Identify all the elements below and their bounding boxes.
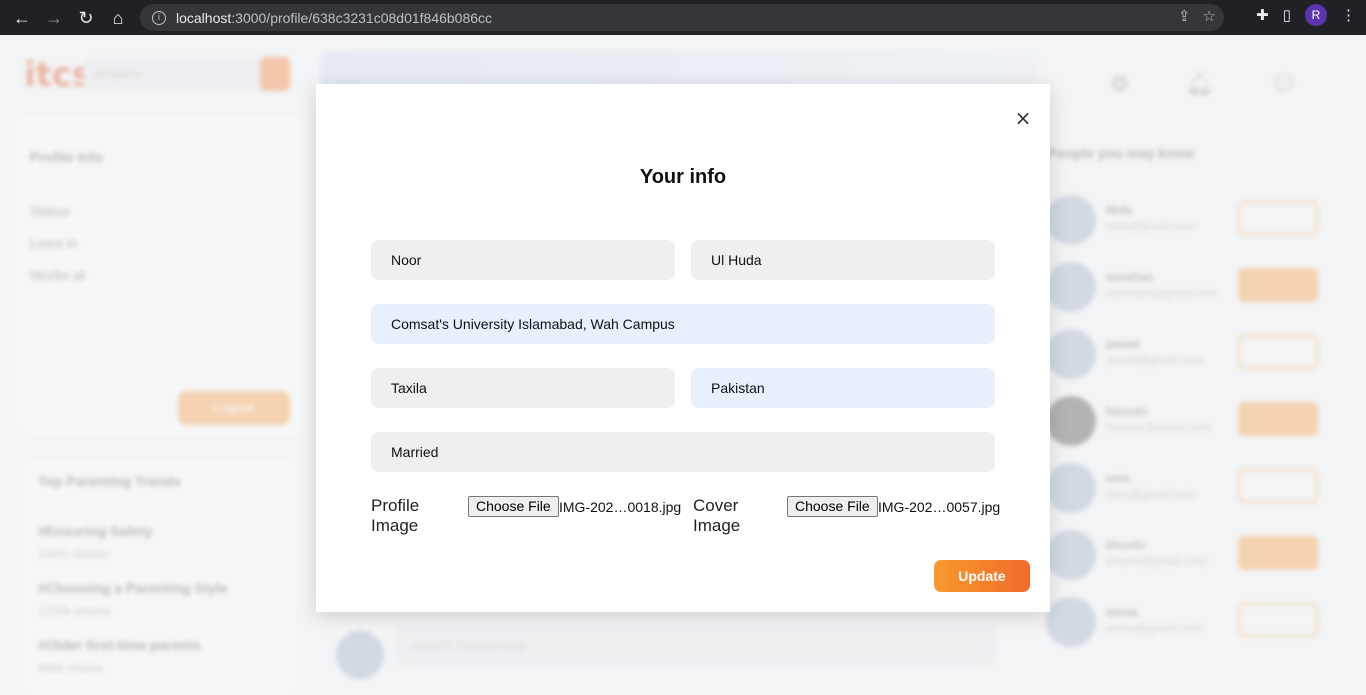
forward-icon[interactable]: → bbox=[38, 2, 70, 34]
works-at-input[interactable] bbox=[371, 304, 995, 344]
site-info-icon[interactable]: i bbox=[152, 10, 166, 25]
profile-image-choose-file-button[interactable]: Choose File bbox=[468, 496, 559, 517]
url-host: localhost bbox=[176, 9, 232, 26]
modal-title: Your info bbox=[639, 166, 727, 188]
home-icon[interactable]: ⌂ bbox=[102, 2, 134, 34]
menu-icon[interactable]: ⋮ bbox=[1341, 6, 1356, 24]
first-name-input[interactable] bbox=[371, 240, 675, 280]
cover-image-file-name: IMG-202…0057.jpg bbox=[878, 499, 1001, 515]
address-bar[interactable]: i localhost:3000/profile/638c3231c08d01f… bbox=[140, 4, 1224, 31]
profile-avatar[interactable]: R bbox=[1305, 4, 1327, 26]
reload-icon[interactable]: ↻ bbox=[70, 2, 102, 34]
url-path: :3000/profile/638c3231c08d01f846b086cc bbox=[231, 9, 493, 26]
profile-image-label: Profile Image bbox=[371, 496, 420, 535]
country-input[interactable] bbox=[691, 368, 995, 408]
cover-image-label: Cover Image bbox=[693, 496, 741, 535]
side-panel-icon[interactable]: ▯ bbox=[1283, 6, 1291, 24]
share-icon[interactable]: ⇪ bbox=[1178, 7, 1191, 25]
browser-toolbar: ← → ↻ ⌂ i localhost:3000/profile/638c323… bbox=[0, 0, 1366, 35]
last-name-input[interactable] bbox=[691, 240, 995, 280]
back-icon[interactable]: ← bbox=[6, 2, 38, 34]
update-button[interactable]: Update bbox=[934, 560, 1030, 592]
info-modal: × Your info Profile Image Choose File IM… bbox=[316, 84, 1050, 612]
cover-image-choose-file-button[interactable]: Choose File bbox=[787, 496, 878, 517]
lives-in-input[interactable] bbox=[371, 368, 675, 408]
profile-image-file-name: IMG-202…0018.jpg bbox=[559, 499, 682, 515]
relationship-input[interactable] bbox=[371, 432, 995, 472]
extensions-icon[interactable]: ✚ bbox=[1256, 6, 1269, 24]
close-icon[interactable]: × bbox=[1013, 108, 1033, 128]
bookmark-star-icon[interactable]: ☆ bbox=[1203, 7, 1216, 25]
url-text: localhost:3000/profile/638c3231c08d01f84… bbox=[176, 10, 492, 26]
